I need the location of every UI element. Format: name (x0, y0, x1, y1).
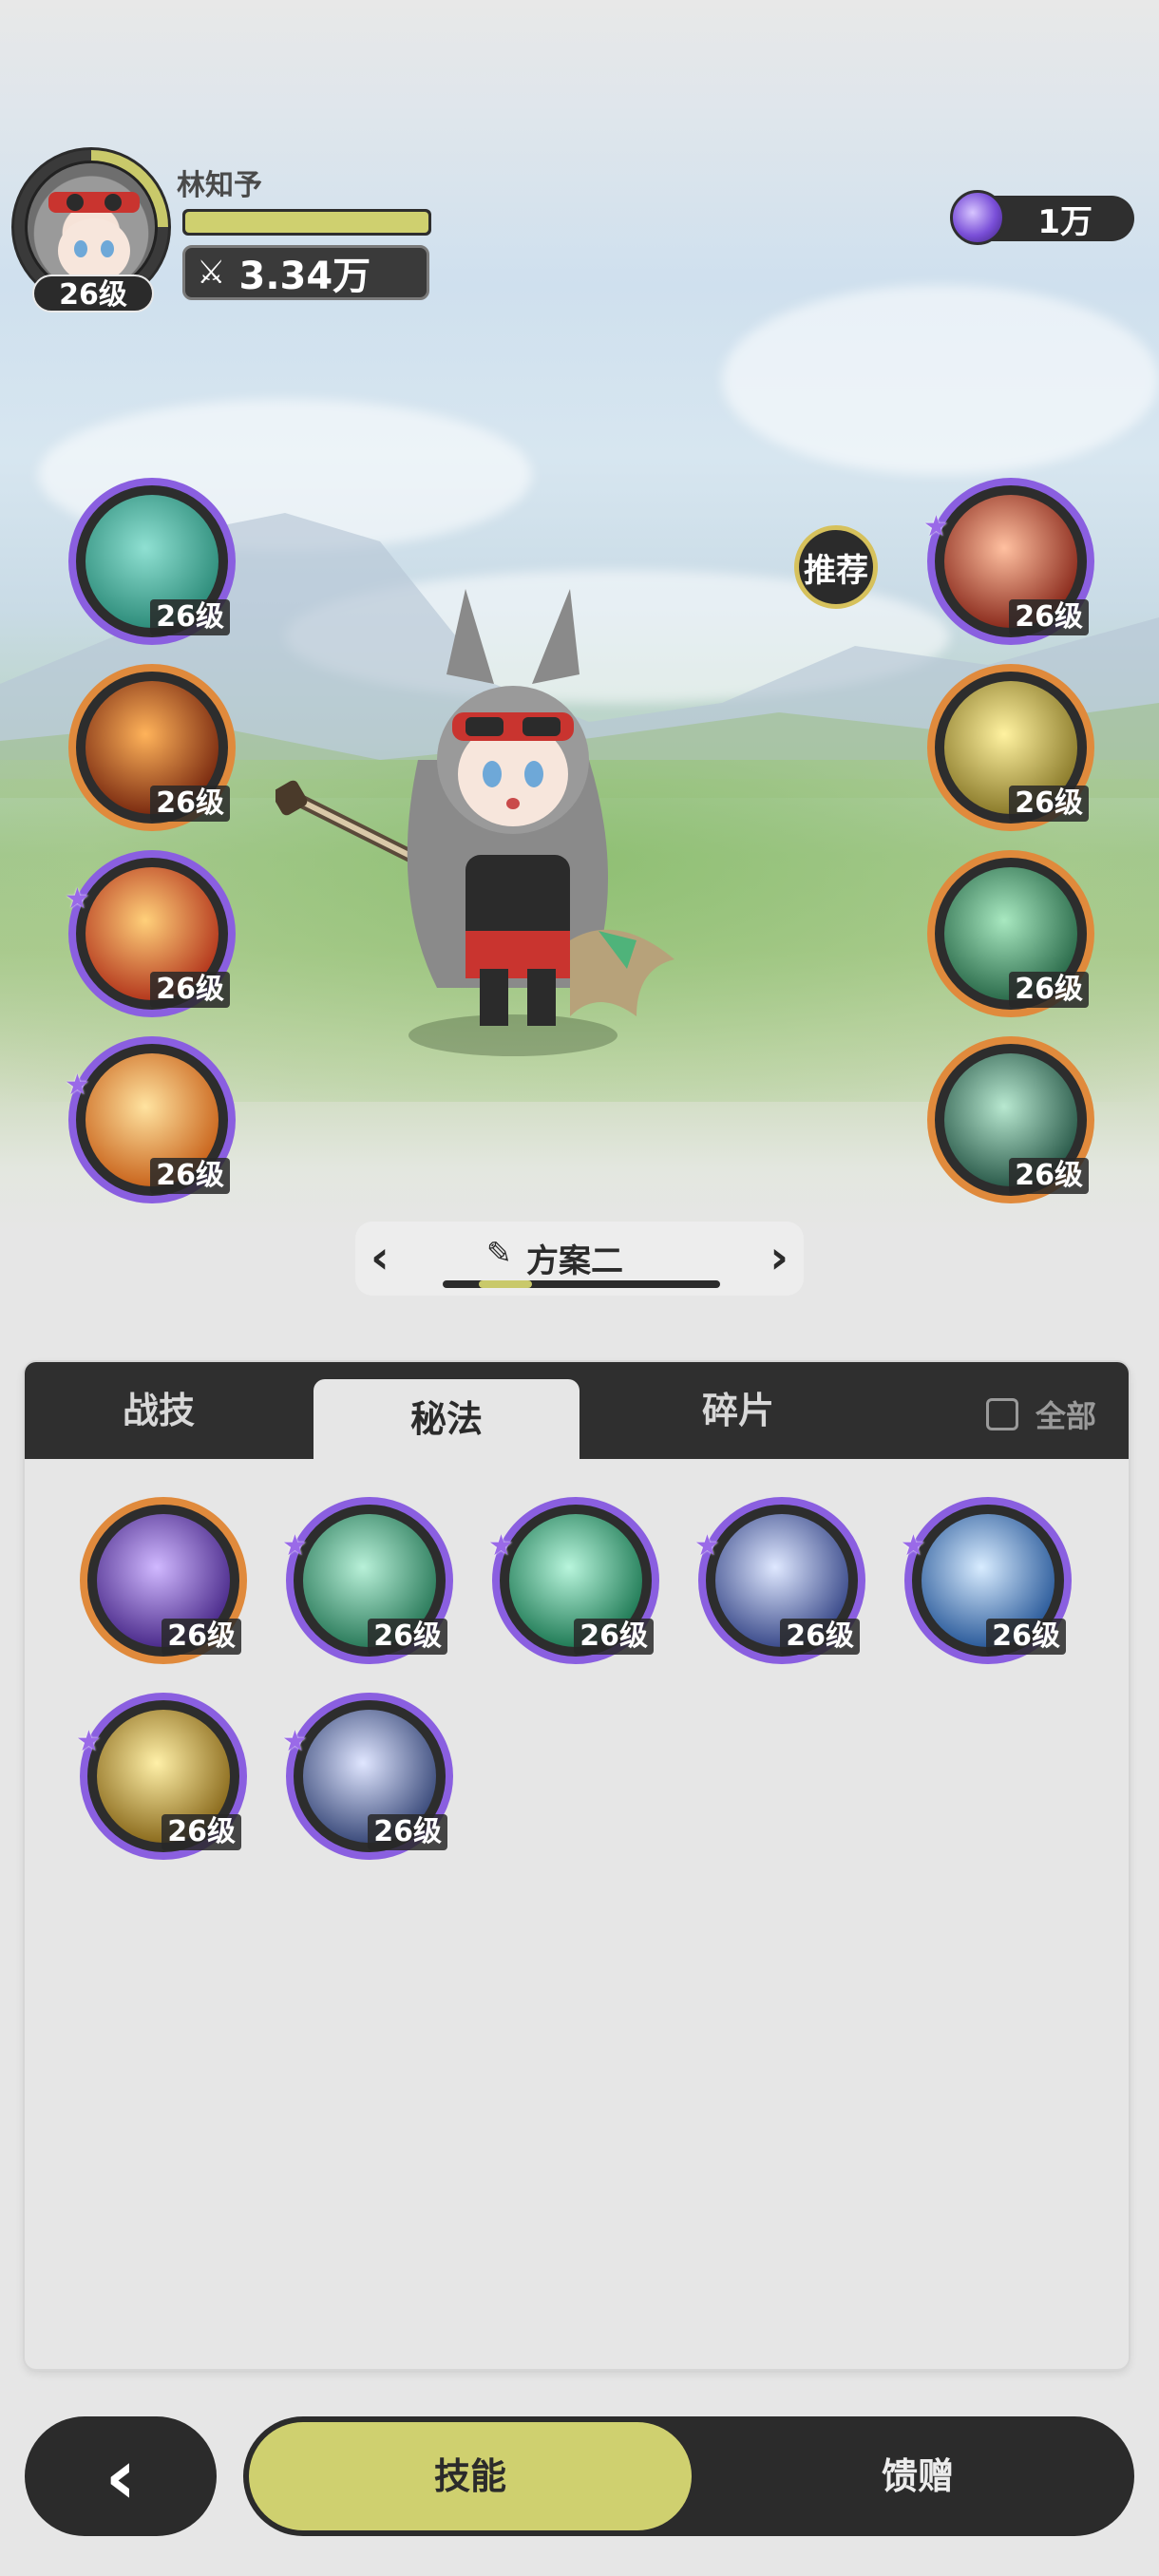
plan-title: 方案二 (526, 1242, 623, 1280)
combat-power-value: 3.34万 (238, 255, 371, 298)
skill-slot[interactable]: 26级 ★ (282, 1497, 453, 1664)
player-name: 林知予 (177, 169, 262, 202)
skill-level-label: 26级 (1009, 972, 1089, 1008)
skill-level-label: 26级 (150, 599, 230, 635)
star-icon: ★ (76, 1725, 102, 1758)
player-hp-bar (182, 209, 431, 236)
star-icon: ★ (488, 1529, 514, 1563)
star-icon: ★ (901, 1529, 926, 1563)
skill-level-label: 26级 (1009, 786, 1089, 822)
gifts-button[interactable]: 馈赠 (709, 2422, 1127, 2530)
hp-bar-fill (185, 212, 428, 233)
skill-slot[interactable]: 26级 ★ (694, 1497, 865, 1664)
plan-page-indicator-thumb (479, 1280, 532, 1288)
skill-level-label: 26级 (150, 786, 230, 822)
plan-selector: ‹ ✎ 方案二 › (355, 1222, 804, 1296)
skill-tabs: 战技 秘法 碎片 全部 (25, 1362, 1129, 1459)
skill-level-label: 26级 (368, 1619, 447, 1655)
character-sprite (276, 589, 674, 1056)
skill-slot[interactable]: 26级 ★ (923, 478, 1094, 645)
star-icon: ★ (282, 1725, 308, 1758)
skill-level-label: 26级 (1009, 599, 1089, 635)
avatar-portrait (25, 161, 158, 294)
recommend-button[interactable]: 推荐 (794, 525, 878, 609)
skill-slot[interactable]: 26级 ★ (76, 1693, 247, 1860)
crossed-swords-icon: ⚔ (197, 254, 226, 292)
star-icon: ★ (282, 1529, 308, 1563)
currency-display[interactable]: 1万 (950, 190, 1134, 245)
skill-level-label: 26级 (162, 1814, 241, 1850)
skill-slot[interactable]: 26级 (927, 1036, 1094, 1203)
previous-plan-button[interactable]: ‹ (370, 1231, 390, 1284)
avatar-level-badge: 26级 (32, 275, 154, 313)
skill-level-label: 26级 (368, 1814, 447, 1850)
skill-panel: 战技 秘法 碎片 全部 26级 26级 ★ 26级 ★ 26级 ★ 26级 ★ 26级 ★ 26级 ★ (25, 1362, 1129, 2369)
star-icon: ★ (65, 882, 90, 916)
skill-slot[interactable]: 26级 ★ (65, 850, 236, 1017)
player-avatar[interactable]: 26级 (11, 147, 171, 313)
skill-slot[interactable]: 26级 ★ (282, 1693, 453, 1860)
skill-slot[interactable]: 26级 (68, 478, 236, 645)
back-arrow-icon: ‹ (104, 2432, 137, 2521)
star-icon: ★ (694, 1529, 720, 1563)
skill-slot[interactable]: 26级 ★ (488, 1497, 659, 1664)
show-all-filter[interactable]: 全部 (985, 1392, 1096, 1436)
star-icon: ★ (923, 510, 949, 543)
skill-level-label: 26级 (1009, 1158, 1089, 1194)
skill-slot[interactable]: 26级 (927, 850, 1094, 1017)
star-icon: ★ (65, 1069, 90, 1102)
skill-level-label: 26级 (986, 1619, 1066, 1655)
skill-level-label: 26级 (574, 1619, 654, 1655)
show-all-label: 全部 (1035, 1398, 1096, 1434)
skill-level-label: 26级 (150, 1158, 230, 1194)
skill-slot[interactable]: 26级 (80, 1497, 247, 1664)
currency-amount: 1万 (1037, 202, 1092, 241)
skill-level-label: 26级 (150, 972, 230, 1008)
tab-fragments[interactable]: 碎片 (604, 1362, 872, 1459)
bottom-mode-switch: 技能 馈赠 (243, 2416, 1134, 2536)
skill-level-label: 26级 (162, 1619, 241, 1655)
skill-slot[interactable]: 26级 ★ (65, 1036, 236, 1203)
next-plan-button[interactable]: › (770, 1231, 788, 1284)
skills-button[interactable]: 技能 (249, 2422, 692, 2530)
skill-slot[interactable]: 26级 (927, 664, 1094, 831)
skill-slot[interactable]: 26级 ★ (901, 1497, 1072, 1664)
show-all-checkbox[interactable] (985, 1398, 1018, 1430)
back-button[interactable]: ‹ (25, 2416, 217, 2536)
skill-level-label: 26级 (780, 1619, 860, 1655)
crystal-icon (950, 190, 1005, 245)
plan-page-indicator (443, 1280, 720, 1288)
combat-power-box: ⚔ 3.34万 (182, 245, 429, 300)
edit-pencil-icon[interactable]: ✎ (486, 1235, 512, 1271)
skill-slot[interactable]: 26级 (68, 664, 236, 831)
tab-secret-arts[interactable]: 秘法 (314, 1379, 580, 1459)
tab-combat-skills[interactable]: 战技 (25, 1362, 293, 1459)
